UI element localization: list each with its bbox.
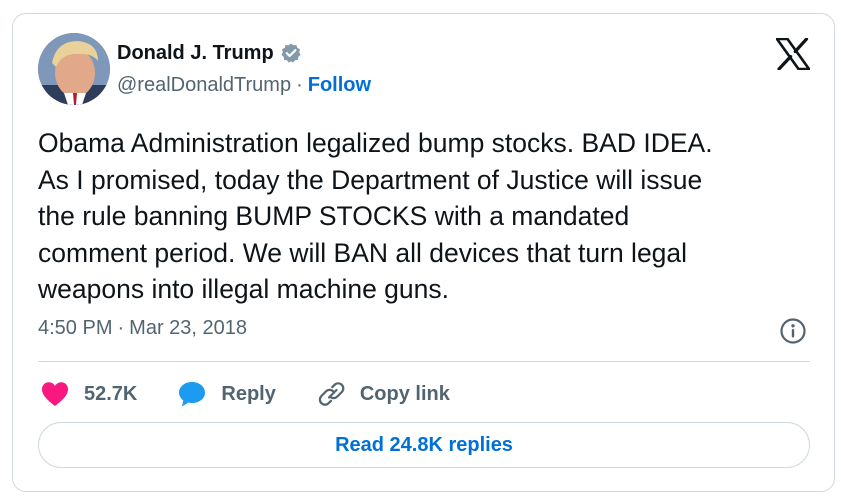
avatar-portrait-icon [38,33,110,105]
like-button[interactable]: 52.7K [40,380,137,408]
handle-separator: · [296,74,303,96]
author-handle[interactable]: @realDonaldTrump [117,74,291,97]
author-name[interactable]: Donald J. Trump [117,42,274,65]
author-name-row: Donald J. Trump [117,40,371,66]
verified-badge-icon [280,42,302,64]
read-replies-button[interactable]: Read 24.8K replies [38,422,810,468]
link-icon [316,380,346,408]
tweet-time[interactable]: 4:50 PM [38,317,112,340]
like-count: 52.7K [84,382,138,405]
tweet-timestamp[interactable]: 4:50 PM · Mar 23, 2018 [38,317,247,340]
timestamp-separator: · [117,317,125,339]
follow-link[interactable]: Follow [308,74,371,97]
tweet-text: Obama Administration legalized bump stoc… [38,128,713,304]
reply-button[interactable]: Reply [177,380,276,408]
copy-link-label: Copy link [359,382,450,405]
avatar[interactable] [38,33,110,105]
heart-icon [40,380,70,408]
copy-link-button[interactable]: Copy link [316,380,450,408]
tweet-date[interactable]: Mar 23, 2018 [129,317,247,340]
author-block: Donald J. Trump @realDonaldTrump · Follo… [117,40,371,97]
author-handle-row: @realDonaldTrump · Follow [117,74,371,97]
speech-bubble-icon [177,380,207,408]
tweet-embed-card: Donald J. Trump @realDonaldTrump · Follo… [12,13,835,492]
info-icon[interactable] [779,317,807,345]
reply-label: Reply [221,382,276,405]
divider [38,361,810,362]
x-logo-icon[interactable] [775,37,811,71]
tweet-actions: 52.7K Reply Copy link [40,376,490,412]
